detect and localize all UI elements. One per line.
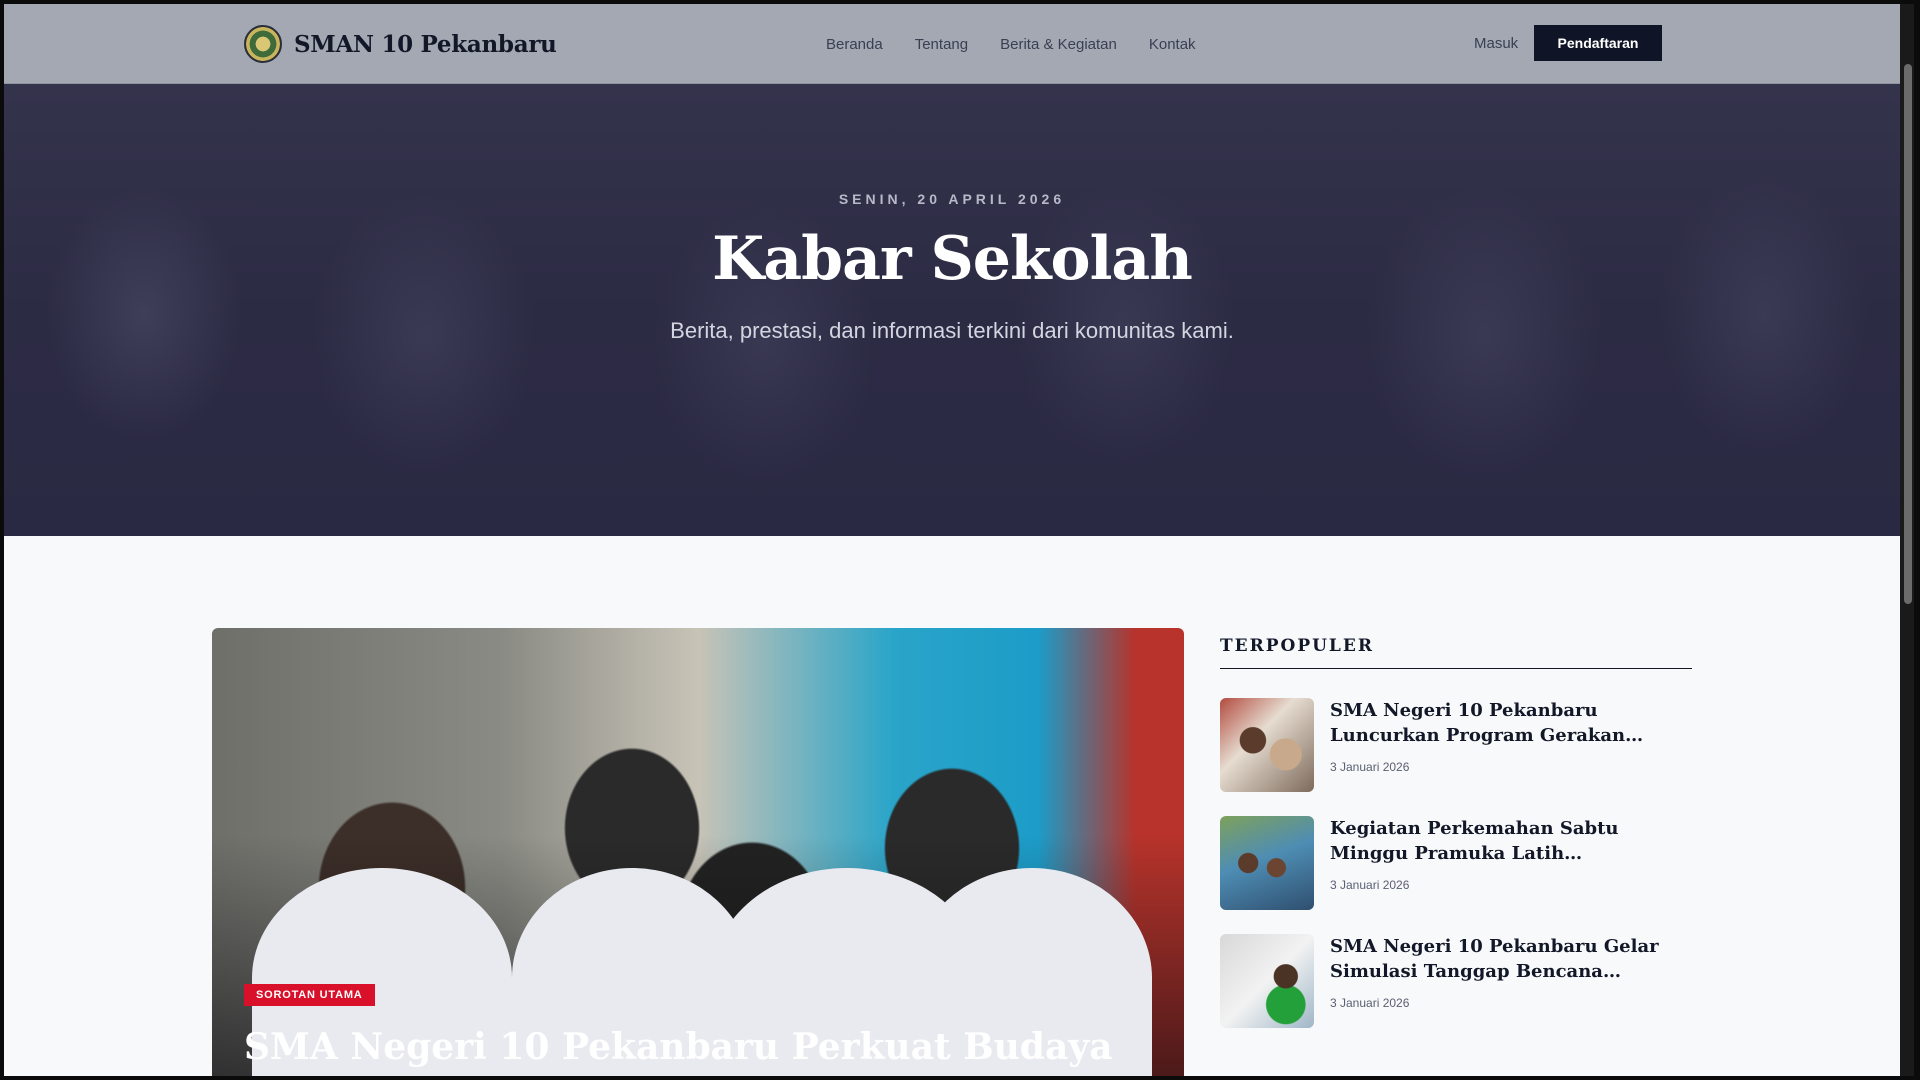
nav-link-tentang[interactable]: Tentang bbox=[915, 36, 968, 53]
scrollbar-thumb[interactable] bbox=[1904, 64, 1912, 604]
popular-heading: TERPOPULER bbox=[1220, 636, 1374, 656]
brand[interactable]: SMAN 10 Pekanbaru bbox=[244, 25, 557, 63]
navbar: SMAN 10 Pekanbaru Beranda Tentang Berita… bbox=[4, 4, 1900, 84]
nav-link-berita-kegiatan[interactable]: Berita & Kegiatan bbox=[1000, 36, 1117, 53]
vertical-scrollbar[interactable] bbox=[1900, 4, 1914, 1076]
popular-item-date: 3 Januari 2026 bbox=[1330, 996, 1410, 1010]
popular-item-title[interactable]: SMA Negeri 10 Pekanbaru Gelar Simulasi T… bbox=[1330, 934, 1692, 984]
hero-date: SENIN, 20 APRIL 2026 bbox=[838, 191, 1066, 207]
featured-badge: SOROTAN UTAMA bbox=[244, 984, 375, 1006]
featured-article-image[interactable] bbox=[212, 628, 1184, 1076]
popular-item-title[interactable]: SMA Negeri 10 Pekanbaru Luncurkan Progra… bbox=[1330, 698, 1692, 748]
popular-divider bbox=[1220, 668, 1692, 669]
popular-item-title[interactable]: Kegiatan Perkemahan Sabtu Minggu Pramuka… bbox=[1330, 816, 1692, 866]
popular-thumbnail[interactable] bbox=[1220, 816, 1314, 910]
brand-name: SMAN 10 Pekanbaru bbox=[294, 30, 557, 58]
browser-viewport: SMAN 10 Pekanbaru Beranda Tentang Berita… bbox=[4, 4, 1900, 1076]
school-logo-icon bbox=[244, 25, 282, 63]
popular-item[interactable]: SMA Negeri 10 Pekanbaru Gelar Simulasi T… bbox=[1220, 934, 1692, 1030]
nav-link-kontak[interactable]: Kontak bbox=[1149, 36, 1196, 53]
popular-thumbnail[interactable] bbox=[1220, 698, 1314, 792]
page-title: Kabar Sekolah bbox=[712, 224, 1193, 294]
popular-item[interactable]: Kegiatan Perkemahan Sabtu Minggu Pramuka… bbox=[1220, 816, 1692, 912]
hero-banner: SENIN, 20 APRIL 2026 Kabar Sekolah Berit… bbox=[4, 84, 1900, 536]
hero-subtitle: Berita, prestasi, dan informasi terkini … bbox=[670, 318, 1234, 343]
login-link[interactable]: Masuk bbox=[1474, 35, 1518, 52]
main-nav: Beranda Tentang Berita & Kegiatan Kontak bbox=[826, 4, 1196, 84]
register-button[interactable]: Pendaftaran bbox=[1534, 25, 1662, 61]
featured-article-title[interactable]: SMA Negeri 10 Pekanbaru Perkuat Budaya bbox=[244, 1026, 1144, 1068]
popular-thumbnail[interactable] bbox=[1220, 934, 1314, 1028]
popular-item-date: 3 Januari 2026 bbox=[1330, 878, 1410, 892]
popular-item-date: 3 Januari 2026 bbox=[1330, 760, 1410, 774]
nav-link-beranda[interactable]: Beranda bbox=[826, 36, 883, 53]
popular-item[interactable]: SMA Negeri 10 Pekanbaru Luncurkan Progra… bbox=[1220, 698, 1692, 794]
